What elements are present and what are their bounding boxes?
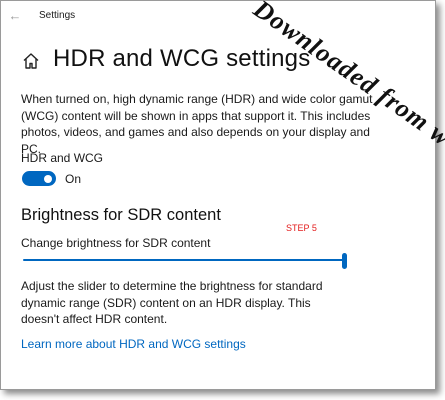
hdr-wcg-toggle[interactable] [22, 171, 56, 186]
page-header: HDR and WCG settings [21, 41, 421, 81]
home-icon [23, 53, 39, 69]
toggle-knob [44, 174, 52, 183]
title-bar: ← Settings [1, 1, 435, 31]
window-title: Settings [39, 10, 76, 21]
slider-thumb[interactable] [342, 253, 347, 269]
hdr-toggle-label: HDR and WCG [21, 151, 104, 165]
page-title: HDR and WCG settings [53, 45, 311, 72]
step-annotation: STEP 5 [286, 223, 317, 233]
sdr-help-text: Adjust the slider to determine the brigh… [21, 279, 323, 326]
back-arrow-icon[interactable]: ← [7, 8, 23, 24]
hdr-description: When turned on, high dynamic range (HDR)… [21, 92, 373, 156]
sdr-slider-label: Change brightness for SDR content [21, 236, 211, 250]
toggle-state-text: On [65, 172, 82, 186]
slider-track [23, 259, 345, 261]
learn-more-link[interactable]: Learn more about HDR and WCG settings [21, 337, 246, 351]
sdr-brightness-heading: Brightness for SDR content [21, 206, 221, 224]
sdr-brightness-slider[interactable] [23, 253, 347, 269]
settings-window: ← Settings HDR and WCG settings When tur… [0, 0, 436, 390]
